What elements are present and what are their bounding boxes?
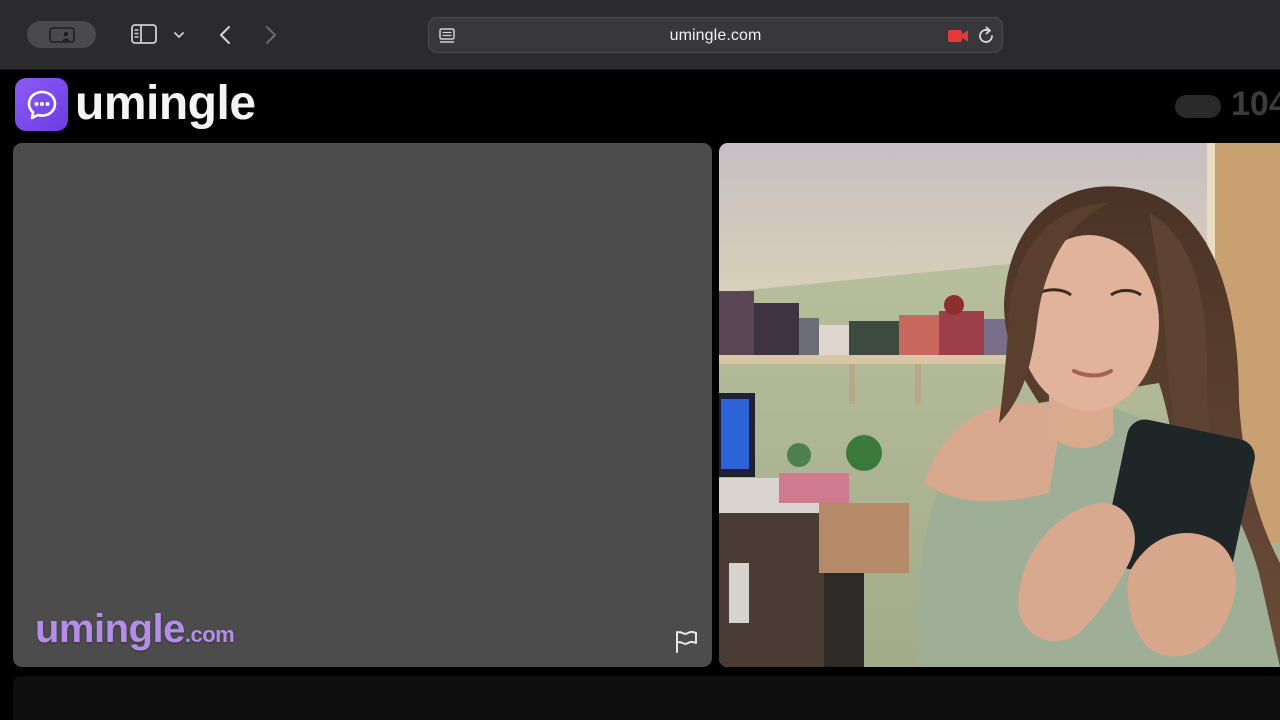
tab-group-menu-button[interactable] <box>170 26 188 44</box>
bottom-controls-bar <box>13 676 1280 720</box>
forward-icon <box>266 26 276 44</box>
url-text[interactable]: umingle.com <box>429 27 1002 45</box>
video-watermark: umingle.com <box>35 607 235 652</box>
sidebar-icon <box>131 24 157 44</box>
stranger-video-panel: umingle.com <box>13 143 712 667</box>
watermark-name: umingle <box>35 607 185 651</box>
browser-toolbar: umingle.com <box>0 0 1280 70</box>
back-icon <box>220 26 230 44</box>
camera-in-use-icon[interactable] <box>947 28 969 44</box>
chat-bubble-icon <box>27 90 56 119</box>
site-logo-icon[interactable] <box>15 78 68 131</box>
reload-icon[interactable] <box>975 25 997 47</box>
back-button[interactable] <box>212 22 238 48</box>
chevron-down-icon <box>174 32 184 39</box>
watermark-suffix: .com <box>184 622 235 647</box>
self-video-panel <box>719 143 1280 667</box>
flag-icon[interactable] <box>672 627 700 655</box>
online-user-count: 104 <box>1231 85 1280 123</box>
webcam-feed <box>719 143 1280 667</box>
profile-switcher-button[interactable] <box>27 21 96 48</box>
profile-switcher-icon <box>48 26 75 43</box>
sidebar-toggle-button[interactable] <box>128 22 160 46</box>
address-bar[interactable]: umingle.com <box>428 17 1003 53</box>
theme-toggle[interactable] <box>1175 95 1221 118</box>
forward-button[interactable] <box>258 22 284 48</box>
site-logo-text[interactable]: umingle <box>75 76 256 131</box>
